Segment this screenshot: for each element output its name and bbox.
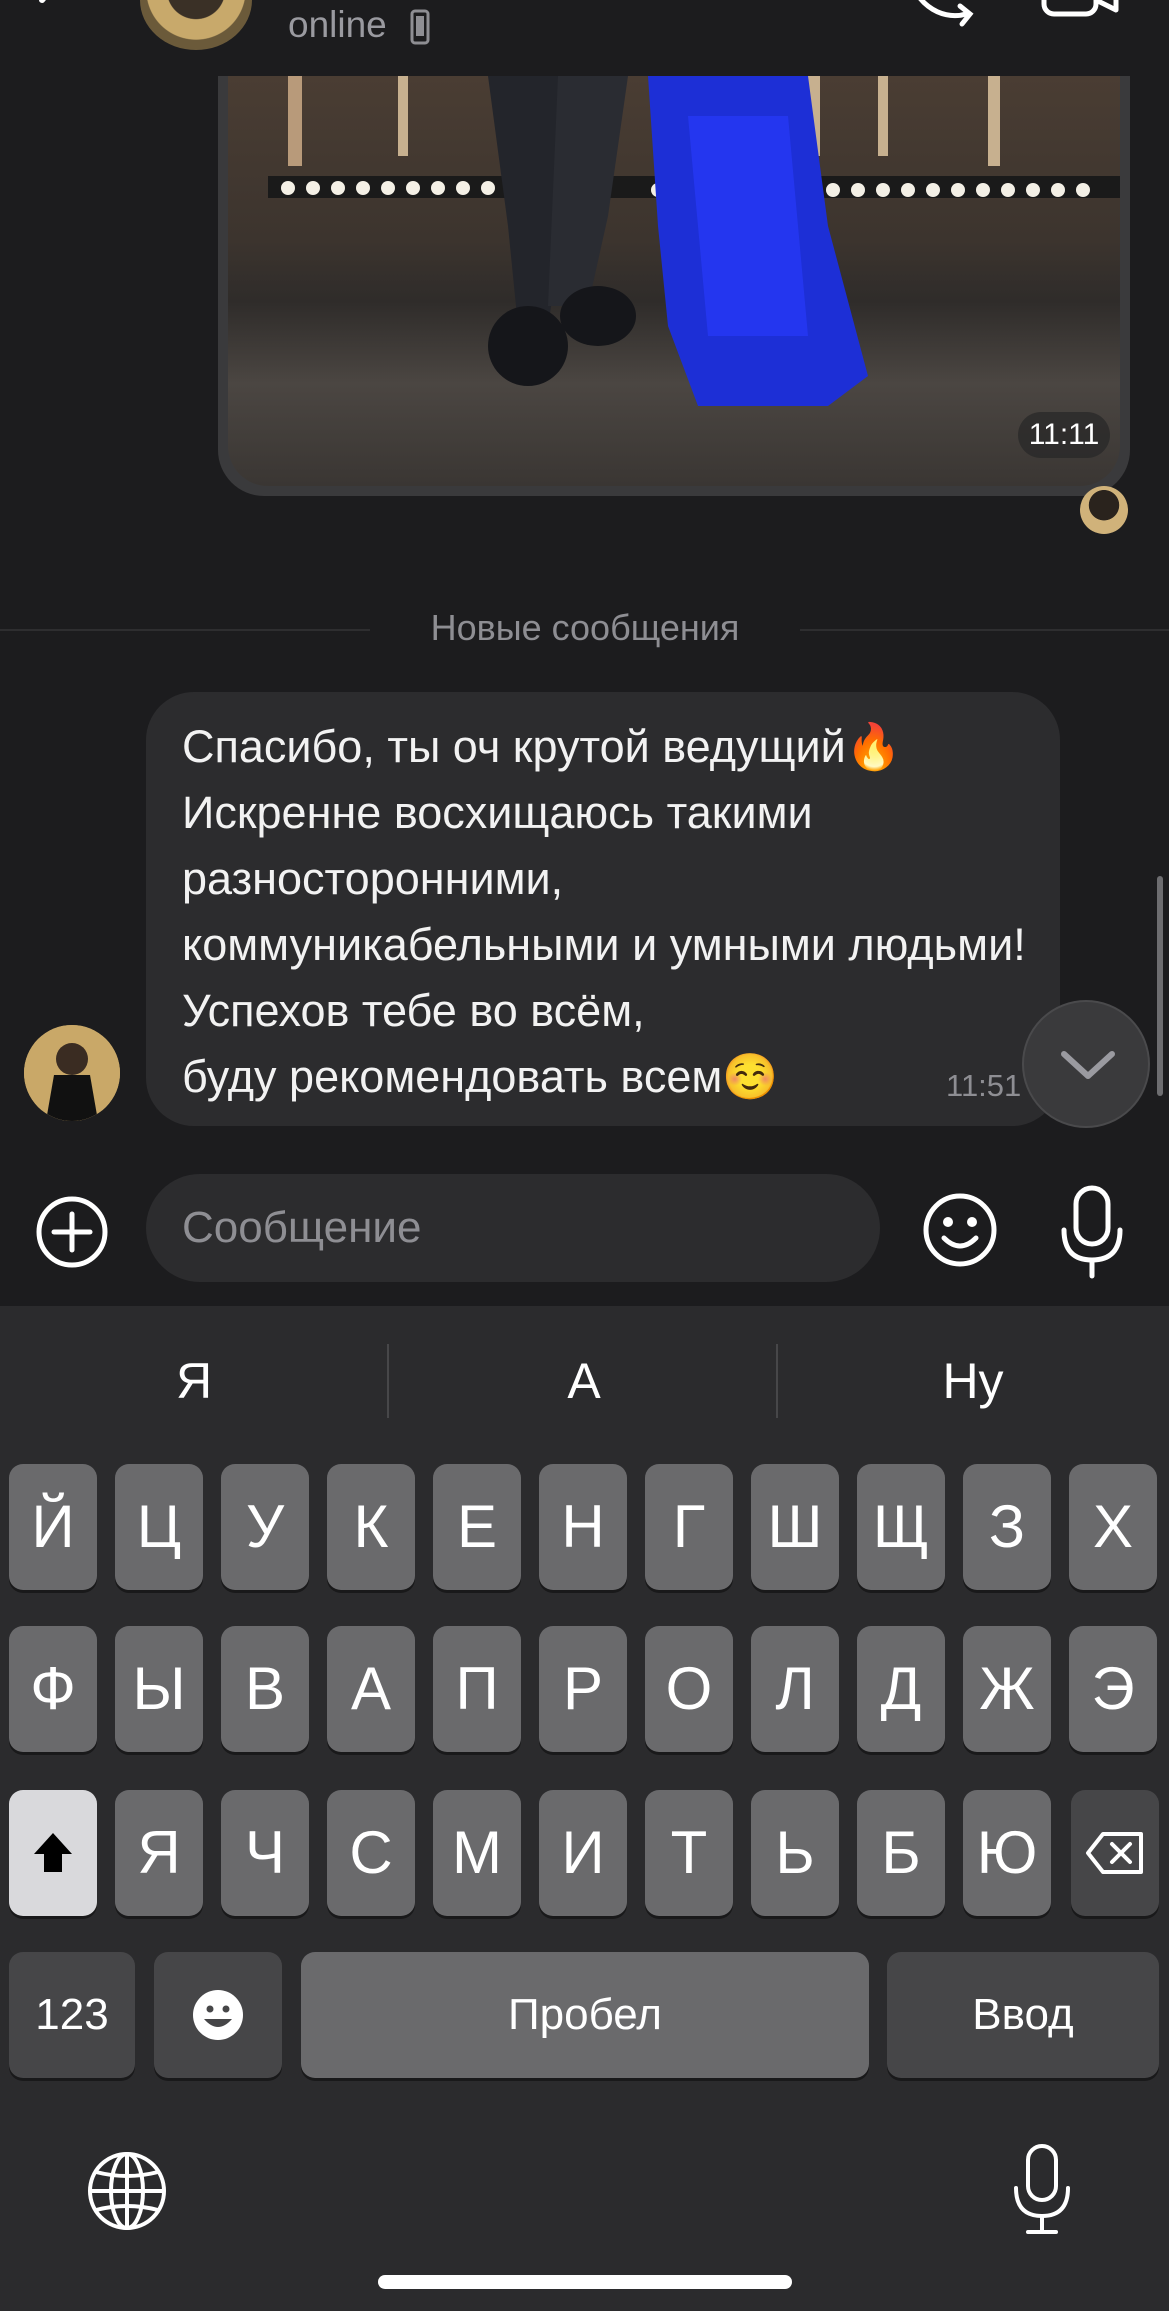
return-key[interactable]: Ввод	[887, 1952, 1159, 2078]
message-input[interactable]	[146, 1174, 880, 1282]
key-Б[interactable]: Б	[857, 1790, 945, 1916]
space-key[interactable]: Пробел	[301, 1952, 869, 2078]
phone-device-icon	[410, 9, 430, 45]
key-Х[interactable]: Х	[1069, 1464, 1157, 1590]
key-Ж[interactable]: Ж	[963, 1626, 1051, 1752]
divider-line	[0, 629, 370, 631]
suggestion-3[interactable]: Ну	[779, 1352, 1167, 1410]
message-timestamp: 11:51	[946, 1068, 1022, 1103]
key-О[interactable]: О	[645, 1626, 733, 1752]
key-С[interactable]: С	[327, 1790, 415, 1916]
key-Я[interactable]: Я	[115, 1790, 203, 1916]
shift-key[interactable]	[9, 1790, 97, 1916]
video-camera-icon[interactable]	[1040, 0, 1120, 30]
numbers-key[interactable]: 123	[9, 1952, 135, 2078]
scrollbar[interactable]	[1157, 876, 1163, 1096]
suggestion-2[interactable]: А	[390, 1352, 778, 1410]
microphone-icon[interactable]	[1052, 1184, 1132, 1280]
key-Ь[interactable]: Ь	[751, 1790, 839, 1916]
key-Г[interactable]: Г	[645, 1464, 733, 1590]
key-Ц[interactable]: Ц	[115, 1464, 203, 1590]
plus-circle-icon[interactable]	[34, 1194, 110, 1270]
key-Ы[interactable]: Ы	[115, 1626, 203, 1752]
emoji-icon	[193, 1990, 243, 2040]
suggestion-divider	[776, 1344, 778, 1418]
back-chevron-icon[interactable]	[22, 0, 82, 30]
globe-icon[interactable]	[86, 2150, 168, 2232]
online-status: online	[288, 4, 387, 45]
key-Л[interactable]: Л	[751, 1626, 839, 1752]
home-indicator	[378, 2275, 792, 2289]
key-Е[interactable]: Е	[433, 1464, 521, 1590]
key-З[interactable]: З	[963, 1464, 1051, 1590]
key-А[interactable]: А	[327, 1626, 415, 1752]
photo-scene	[268, 76, 1120, 406]
new-messages-label: Новые сообщения	[430, 607, 740, 648]
key-У[interactable]: У	[221, 1464, 309, 1590]
chevron-down-icon	[1061, 1051, 1115, 1079]
key-Д[interactable]: Д	[857, 1626, 945, 1752]
key-Т[interactable]: Т	[645, 1790, 733, 1916]
read-receipt-avatar	[1080, 486, 1128, 534]
key-М[interactable]: М	[433, 1790, 521, 1916]
chat-header: online	[0, 0, 1169, 76]
key-Ф[interactable]: Ф	[9, 1626, 97, 1752]
photo[interactable]: 11:11	[228, 76, 1120, 486]
key-Р[interactable]: Р	[539, 1626, 627, 1752]
key-И[interactable]: И	[539, 1790, 627, 1916]
key-Щ[interactable]: Щ	[857, 1464, 945, 1590]
key-Й[interactable]: Й	[9, 1464, 97, 1590]
avatar-photo	[24, 1025, 120, 1121]
key-Ю[interactable]: Ю	[963, 1790, 1051, 1916]
incoming-message-bubble[interactable]: Спасибо, ты оч крутой ведущий🔥 Искренне …	[146, 692, 1060, 1126]
smile-icon[interactable]	[920, 1190, 1000, 1270]
backspace-key[interactable]	[1071, 1790, 1159, 1916]
message-text: Спасибо, ты оч крутой ведущий🔥 Искренне …	[182, 721, 1026, 1102]
key-Ч[interactable]: Ч	[221, 1790, 309, 1916]
contact-avatar[interactable]	[140, 0, 252, 50]
key-П[interactable]: П	[433, 1626, 521, 1752]
key-Э[interactable]: Э	[1069, 1626, 1157, 1752]
key-В[interactable]: В	[221, 1626, 309, 1752]
key-Н[interactable]: Н	[539, 1464, 627, 1590]
emoji-key[interactable]	[154, 1952, 282, 2078]
photo-message[interactable]: 11:11	[218, 76, 1130, 496]
key-Ш[interactable]: Ш	[751, 1464, 839, 1590]
keyboard: Я А Ну ЙЦУКЕНГШЩЗХ ФЫВАПРОЛДЖЭ ЯЧСМИТЬБЮ…	[0, 1306, 1169, 2311]
shift-arrow-icon	[34, 1833, 72, 1872]
scroll-down-button[interactable]	[1022, 1000, 1150, 1128]
divider-line	[800, 629, 1169, 631]
photo-timestamp: 11:11	[1018, 412, 1110, 458]
suggestion-divider	[387, 1344, 389, 1418]
phone-icon[interactable]	[900, 0, 980, 30]
suggestion-1[interactable]: Я	[0, 1352, 388, 1410]
backspace-icon	[1086, 1832, 1143, 1874]
dictation-microphone-icon[interactable]	[1010, 2142, 1074, 2238]
key-К[interactable]: К	[327, 1464, 415, 1590]
sender-avatar[interactable]	[24, 1025, 120, 1121]
